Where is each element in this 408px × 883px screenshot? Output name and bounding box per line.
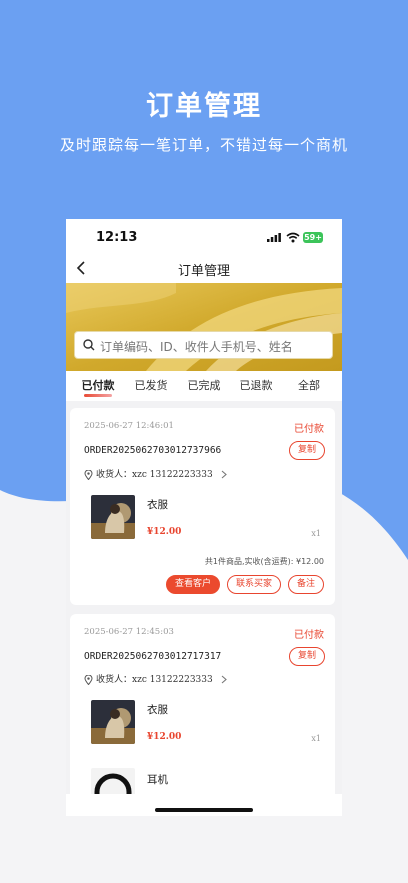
product-quantity: x1 [311,529,321,538]
promo-title: 订单管理 [146,91,262,122]
tab-shipped[interactable]: 已发货 [126,377,176,393]
search-box[interactable]: 订单编码、ID、收件人手机号、姓名 [74,331,333,359]
receiver-value: xzc 13122223333 [132,675,213,685]
view-customer-button[interactable]: 查看客户 [166,575,220,594]
product-name: 衣服 [147,499,168,511]
contact-buyer-button[interactable]: 联系买家 [227,575,281,594]
nav-bar: 订单管理 [66,255,342,283]
home-indicator-area [66,794,342,816]
wifi-icon [286,232,300,243]
copy-button[interactable]: 复制 [289,647,325,666]
tab-paid[interactable]: 已付款 [73,377,123,393]
product-price: ¥12.00 [147,732,182,742]
receiver-value: xzc 13122223333 [132,470,213,480]
location-pin-icon [84,674,93,685]
product-name: 衣服 [147,704,168,716]
copy-button[interactable]: 复制 [289,441,325,460]
tab-all[interactable]: 全部 [284,377,334,393]
promo-subtitle: 及时跟踪每一笔订单，不错过每一个商机 [59,136,348,154]
note-button[interactable]: 备注 [288,575,324,594]
order-card: 2025-06-27 12:46:01 已付款 ORDER20250627030… [70,408,335,605]
search-icon [83,339,95,351]
order-tabs: 已付款 已发货 已完成 已退款 全部 [66,371,342,401]
product-image [91,700,135,744]
active-tab-indicator [84,394,112,397]
home-indicator[interactable] [155,808,253,812]
product-image [91,495,135,539]
status-time: 12:13 [96,230,138,245]
product-name: 耳机 [147,774,168,786]
order-date: 2025-06-27 12:45:03 [84,627,174,637]
status-bar: 12:13 59+ [66,219,342,255]
order-status: 已付款 [294,630,324,641]
tab-refunded[interactable]: 已退款 [231,377,281,393]
receiver-row[interactable]: 收货人：xzc 13122223333 [84,467,228,480]
product-quantity: x1 [311,734,321,743]
tab-completed[interactable]: 已完成 [179,377,229,393]
order-number: ORDER2025062703012737966 [84,445,222,456]
battery-icon: 59+ [303,232,323,243]
receiver-label: 收货人： [96,675,133,685]
phone-screen: 12:13 59+ 订单管理 订单编码、ID、收件人手机号、姓名 已付款 已发货… [66,219,342,816]
order-card: 2025-06-27 12:45:03 已付款 ORDER20250627030… [70,614,335,814]
location-pin-icon [84,469,93,480]
order-date: 2025-06-27 12:46:01 [84,421,174,431]
receiver-row[interactable]: 收货人：xzc 13122223333 [84,672,228,685]
order-summary: 共1件商品,实收(含运费): ¥12.00 [204,557,324,566]
chevron-right-icon [221,470,227,479]
search-input[interactable]: 订单编码、ID、收件人手机号、姓名 [100,338,293,355]
product-price: ¥12.00 [147,527,182,537]
page-title: 订单管理 [177,264,230,279]
receiver-label: 收货人： [96,470,133,480]
cellular-signal-icon [267,233,281,242]
order-number: ORDER2025062703012717317 [84,651,222,662]
order-status: 已付款 [294,424,324,435]
chevron-right-icon [221,675,227,684]
